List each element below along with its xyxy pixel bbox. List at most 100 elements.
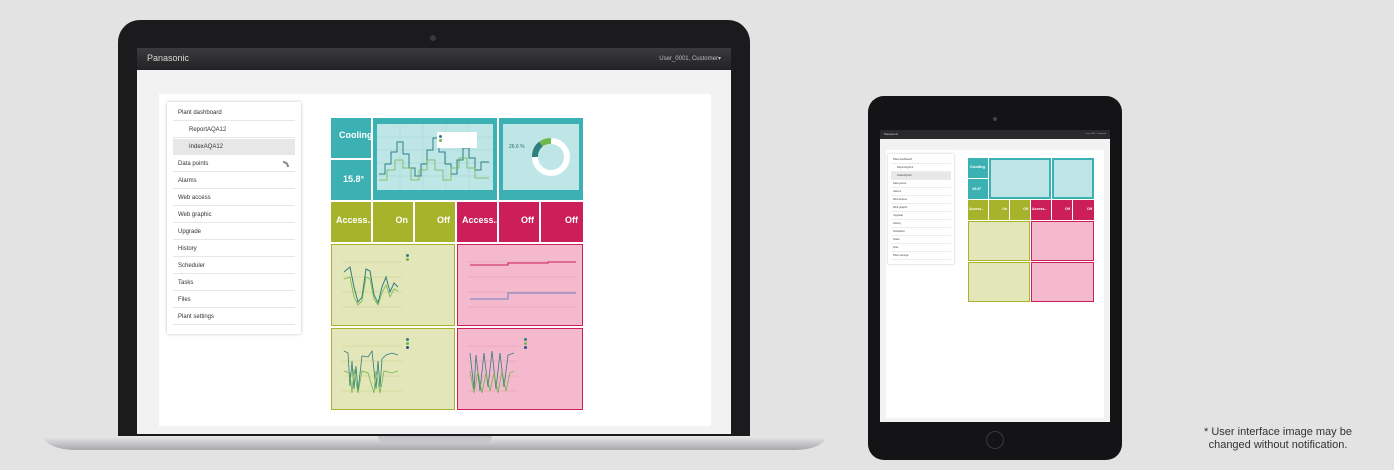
- sidebar-item-reportaqa12[interactable]: ReportAQA12: [173, 122, 295, 138]
- tablet-sidebar-item[interactable]: Web graphic: [891, 204, 951, 212]
- sidebar-item-scheduler[interactable]: Scheduler: [173, 258, 295, 274]
- tablet-sidebar-item[interactable]: Plant settings: [891, 252, 951, 260]
- status-value: Off: [1022, 207, 1028, 211]
- status-tile[interactable]: Access...: [457, 202, 501, 242]
- tablet-chart-tile[interactable]: [1031, 221, 1094, 261]
- series-dot-icon: [524, 342, 527, 345]
- status-value: Off: [521, 215, 534, 225]
- status-value: Off: [1064, 207, 1070, 211]
- tablet-sidebar-item[interactable]: Data points: [891, 180, 951, 188]
- tablet-mode-value: Cooling: [970, 164, 985, 169]
- status-value: Access...: [336, 215, 376, 225]
- tablet-sidebar-item[interactable]: Files: [891, 244, 951, 252]
- tablet-temp-tile[interactable]: 15.8°: [968, 179, 988, 199]
- sidebar-item-label: Data points: [178, 161, 209, 167]
- tablet-status-tile[interactable]: On: [989, 200, 1009, 220]
- sidebar-item-plant-dashboard[interactable]: Plant dashboard: [173, 105, 295, 121]
- gauge-svg: [532, 138, 570, 176]
- status-value: Access...: [969, 207, 985, 211]
- tablet-camera: [993, 117, 997, 121]
- sidebar-item-alarms[interactable]: Alarms: [173, 173, 295, 189]
- tablet-sidebar-item[interactable]: ReportAQA12: [891, 164, 951, 172]
- gauge-value: 26.6 %: [509, 144, 525, 150]
- chart-tile[interactable]: [331, 244, 455, 326]
- tablet-line-chart[interactable]: [989, 158, 1051, 199]
- tablet-sidebar-item[interactable]: Upgrade: [891, 212, 951, 220]
- footnote-line-1: * User interface image may be: [1204, 426, 1352, 438]
- sidebar-item-history[interactable]: History: [173, 241, 295, 257]
- tablet-sidebar-item[interactable]: IndexAQA12: [891, 172, 951, 180]
- status-tile[interactable]: Off: [541, 202, 583, 242]
- chart-tile[interactable]: [457, 328, 583, 410]
- tablet-sidebar-item[interactable]: Tasks: [891, 236, 951, 244]
- sidebar: Plant dashboard ReportAQA12 IndexAQA12 D…: [167, 102, 301, 334]
- tablet-status-tile[interactable]: Access...: [968, 200, 988, 220]
- gauge-tile[interactable]: 26.6 %: [499, 118, 583, 200]
- tablet-top-bar: Panasonic User_0001, Customer▾: [880, 130, 1110, 139]
- status-value: On: [1002, 207, 1007, 211]
- chart-legend: [522, 335, 580, 355]
- series-dot-icon: [406, 258, 409, 261]
- tablet-user-menu[interactable]: User_0001, Customer▾: [1085, 133, 1106, 135]
- footnote-line-2: changed without notification.: [1208, 439, 1348, 451]
- sidebar-item-indexaqa12[interactable]: IndexAQA12: [173, 139, 295, 155]
- sidebar-item-files[interactable]: Files: [173, 292, 295, 308]
- tablet-mode-tile[interactable]: Cooling: [968, 158, 988, 178]
- status-value: Off: [565, 215, 578, 225]
- tablet-status-tile[interactable]: Off: [1010, 200, 1030, 220]
- line-chart: [377, 124, 493, 190]
- tablet-gauge-tile[interactable]: [1052, 158, 1094, 199]
- sidebar-item-web-graphic[interactable]: Web graphic: [173, 207, 295, 223]
- series-dot-icon: [439, 139, 442, 142]
- tablet-temp-value: 15.8°: [972, 186, 982, 191]
- tablet-brand-logo[interactable]: Panasonic: [884, 132, 898, 136]
- temperature-tile[interactable]: 15.8°: [331, 160, 371, 200]
- laptop-screen: Panasonic User_0001, Customer▾ Plant das…: [137, 48, 731, 434]
- status-value: Access...: [462, 215, 502, 225]
- sidebar-item-web-access[interactable]: Web access: [173, 190, 295, 206]
- tablet-status-tile[interactable]: Access...: [1031, 200, 1051, 220]
- user-menu[interactable]: User_0001, Customer▾: [659, 55, 721, 62]
- laptop-camera: [430, 35, 436, 41]
- sidebar-item-upgrade[interactable]: Upgrade: [173, 224, 295, 240]
- tablet-sidebar-item[interactable]: Web access: [891, 196, 951, 204]
- tablet-sidebar-item[interactable]: Plant dashboard: [891, 156, 951, 164]
- brand-logo[interactable]: Panasonic: [147, 53, 189, 63]
- tablet-sidebar-item[interactable]: Scheduler: [891, 228, 951, 236]
- sidebar-item-data-points[interactable]: Data points: [173, 156, 295, 172]
- series-dot-icon: [406, 338, 409, 341]
- line-chart-tile[interactable]: [373, 118, 497, 200]
- status-value: On: [395, 215, 409, 225]
- tablet-sidebar-item[interactable]: History: [891, 220, 951, 228]
- tablet-chart-tile[interactable]: [968, 221, 1030, 261]
- temperature-value: 15.8°: [343, 174, 365, 184]
- dashboard: Cooling 15.8° 26.6 % Access... On Off Ac…: [315, 102, 709, 426]
- tablet-sidebar: Plant dashboard ReportAQA12 IndexAQA12 D…: [888, 154, 954, 264]
- status-tile[interactable]: Off: [499, 202, 539, 242]
- tablet-dashboard: Cooling 15.8° Access... On Off Access...…: [960, 154, 1100, 314]
- mode-tile[interactable]: Cooling: [331, 118, 373, 158]
- tablet-sidebar-item[interactable]: Alarms: [891, 188, 951, 196]
- series-dot-icon: [524, 346, 527, 349]
- sidebar-item-plant-settings[interactable]: Plant settings: [173, 309, 295, 325]
- series-dot-icon: [406, 342, 409, 345]
- chart-svg: [468, 261, 576, 308]
- tablet-status-tile[interactable]: Off: [1052, 200, 1072, 220]
- tablet-chart-tile[interactable]: [1031, 262, 1094, 302]
- status-value: Access...: [1032, 207, 1048, 211]
- sidebar-item-tasks[interactable]: Tasks: [173, 275, 295, 291]
- series-dot-icon: [406, 254, 409, 257]
- chart-tile[interactable]: [331, 328, 455, 410]
- status-tile[interactable]: Off: [415, 202, 455, 242]
- tablet-home-button: [986, 431, 1004, 449]
- footnote: * User interface image may be changed wi…: [1180, 426, 1376, 452]
- series-dot-icon: [406, 346, 409, 349]
- series-dot-icon: [439, 135, 442, 138]
- status-tile[interactable]: On: [373, 202, 413, 242]
- chart-tile[interactable]: [457, 244, 583, 326]
- status-tile[interactable]: Access...: [331, 202, 375, 242]
- tablet-chart-tile[interactable]: [968, 262, 1030, 302]
- tablet-status-tile[interactable]: Off: [1073, 200, 1094, 220]
- chart-legend: [437, 132, 477, 148]
- chart-legend: [404, 251, 450, 265]
